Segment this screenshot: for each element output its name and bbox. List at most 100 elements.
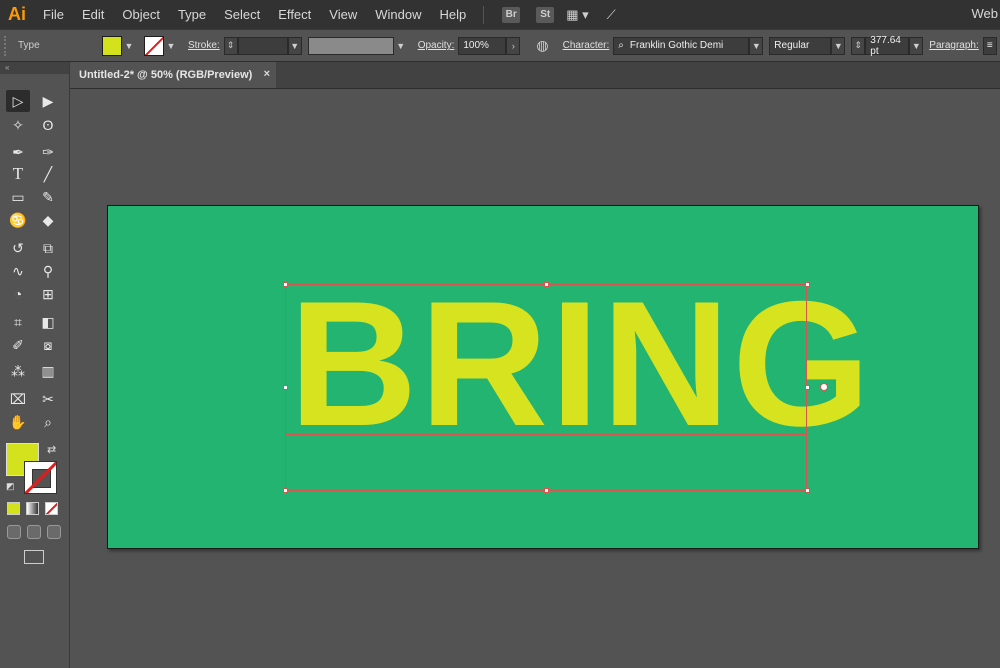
stroke-swatch[interactable]: [144, 35, 164, 56]
slice-tool-icon[interactable]: ✂: [36, 388, 60, 410]
tools-panel: « ▷ ▶ ✧ ʘ ✒ ✑ T ╱ ▭ ✎ ♋ ◆ ↺ ⧉ ∿ ⚲ ◔ ⊞ ⌗ …: [0, 62, 70, 668]
paragraph-align-button[interactable]: ≡: [982, 36, 997, 55]
stroke-label[interactable]: Stroke:: [188, 40, 220, 51]
menu-window[interactable]: Window: [366, 7, 430, 22]
chevron-down-icon[interactable]: ▼: [287, 36, 302, 55]
gradient-tool-icon[interactable]: ◧: [36, 311, 60, 333]
selection-tool-icon[interactable]: ▷: [6, 90, 30, 112]
menu-edit[interactable]: Edit: [73, 7, 113, 22]
menu-type[interactable]: Type: [169, 7, 215, 22]
eraser-tool-icon[interactable]: ◆: [36, 209, 60, 231]
mesh-tool-icon[interactable]: ⌗: [6, 311, 30, 333]
none-mode-icon[interactable]: [45, 502, 58, 515]
blend-tool-icon[interactable]: ⧇: [36, 334, 60, 356]
tool-row: ✧ ʘ: [6, 114, 60, 136]
menu-file[interactable]: File: [34, 7, 73, 22]
warp-tool-icon[interactable]: ∿: [6, 260, 30, 282]
chevron-down-icon[interactable]: ▼: [831, 36, 846, 55]
menu-help[interactable]: Help: [430, 7, 475, 22]
fill-swatch[interactable]: [102, 35, 122, 56]
resize-handle-bottom-left[interactable]: [283, 488, 288, 493]
rotate-tool-icon[interactable]: ↺: [6, 237, 30, 259]
gradient-mode-icon[interactable]: [26, 502, 39, 515]
resize-handle-right[interactable]: [805, 385, 810, 390]
collapse-panel-icon[interactable]: «: [0, 62, 69, 74]
line-tool-icon[interactable]: ╱: [36, 163, 60, 185]
tool-row: ⌧ ✂: [6, 388, 60, 410]
font-family-field[interactable]: ⌕ Franklin Gothic Demi: [613, 36, 750, 55]
direct-selection-tool-icon[interactable]: ▶: [36, 90, 60, 112]
tool-row: ⁂ ▥: [6, 360, 60, 382]
close-icon[interactable]: ×: [264, 68, 270, 80]
recolor-artwork-icon[interactable]: ◍: [536, 37, 548, 54]
puppet-warp-tool-icon[interactable]: ⚲: [36, 260, 60, 282]
paintbrush-tool-icon[interactable]: ✎: [36, 186, 60, 208]
zoom-tool-icon[interactable]: ⌕: [36, 411, 60, 433]
column-graph-tool-icon[interactable]: ▥: [36, 360, 60, 382]
menu-effect[interactable]: Effect: [269, 7, 320, 22]
change-screen-mode-icon[interactable]: [24, 550, 44, 564]
artboard-tool-icon[interactable]: ⌧: [6, 388, 30, 410]
menu-view[interactable]: View: [320, 7, 366, 22]
magic-wand-tool-icon[interactable]: ✧: [6, 114, 30, 136]
workspace-switcher[interactable]: Web: [972, 6, 999, 21]
character-label[interactable]: Character:: [563, 40, 610, 51]
default-colors-icon[interactable]: ◩: [6, 481, 15, 492]
chevron-down-icon[interactable]: ▼: [164, 37, 178, 55]
tool-row: ♋ ◆: [6, 209, 60, 231]
document-tab-bar: Untitled-2* @ 50% (RGB/Preview) ×: [70, 62, 1000, 89]
symbol-sprayer-tool-icon[interactable]: ⁂: [6, 360, 30, 382]
opacity-input[interactable]: 100%: [458, 36, 507, 55]
curvature-tool-icon[interactable]: ✑: [36, 141, 60, 163]
scale-tool-icon[interactable]: ⧉: [36, 237, 60, 259]
resize-handle-top-right[interactable]: [805, 282, 810, 287]
gpu-performance-icon[interactable]: ⟋: [607, 7, 616, 23]
stroke-weight-stepper[interactable]: ⇕: [223, 36, 238, 55]
pen-tool-icon[interactable]: ✒: [6, 141, 30, 163]
resize-handle-bottom[interactable]: [544, 488, 549, 493]
document-tab[interactable]: Untitled-2* @ 50% (RGB/Preview) ×: [70, 62, 276, 88]
stock-button[interactable]: St: [536, 6, 555, 23]
paragraph-label[interactable]: Paragraph:: [929, 40, 978, 51]
variable-width-profile[interactable]: [307, 36, 394, 55]
shape-builder-tool-icon[interactable]: ◔: [6, 283, 30, 305]
chevron-down-icon[interactable]: ▼: [394, 37, 408, 55]
menu-select[interactable]: Select: [215, 7, 269, 22]
tool-row: ✋ ⌕: [6, 411, 60, 433]
swap-fill-stroke-icon[interactable]: ⇄: [47, 443, 56, 456]
menu-object[interactable]: Object: [113, 7, 169, 22]
opacity-label[interactable]: Opacity:: [418, 40, 455, 51]
chevron-down-icon[interactable]: ▼: [122, 37, 136, 55]
chevron-right-icon[interactable]: ›: [506, 36, 521, 55]
arrange-documents-icon[interactable]: ▦ ▾: [566, 7, 588, 23]
bridge-button[interactable]: Br: [502, 6, 521, 23]
resize-handle-top-left[interactable]: [283, 282, 288, 287]
chevron-down-icon[interactable]: ▼: [909, 36, 924, 55]
tool-row: ▭ ✎: [6, 186, 60, 208]
hand-tool-icon[interactable]: ✋: [6, 411, 30, 433]
resize-handle-bottom-right[interactable]: [805, 488, 810, 493]
chevron-down-icon[interactable]: ▼: [749, 36, 764, 55]
shaper-tool-icon[interactable]: ♋: [6, 209, 30, 231]
resize-handle-top[interactable]: [544, 282, 549, 287]
lasso-tool-icon[interactable]: ʘ: [36, 114, 60, 136]
text-out-port[interactable]: [820, 383, 828, 391]
stroke-weight-field[interactable]: [237, 36, 288, 55]
rectangle-tool-icon[interactable]: ▭: [6, 186, 30, 208]
font-size-field[interactable]: 377.64 pt: [865, 35, 910, 57]
stroke-color-swatch[interactable]: [24, 461, 57, 494]
perspective-grid-tool-icon[interactable]: ⊞: [36, 283, 60, 305]
resize-handle-left[interactable]: [283, 385, 288, 390]
tool-row: ↺ ⧉: [6, 237, 60, 259]
draw-inside-icon[interactable]: [47, 525, 61, 539]
draw-normal-icon[interactable]: [7, 525, 21, 539]
color-mode-icon[interactable]: [7, 502, 20, 515]
eyedropper-tool-icon[interactable]: ✐: [6, 334, 30, 356]
divider: [483, 5, 485, 24]
draw-behind-icon[interactable]: [27, 525, 41, 539]
type-tool-icon[interactable]: T: [6, 163, 30, 185]
grip-icon[interactable]: [4, 35, 12, 56]
draw-mode-row: [7, 525, 61, 539]
font-style-field[interactable]: Regular: [769, 36, 832, 55]
font-size-stepper[interactable]: ⇕: [851, 36, 866, 55]
